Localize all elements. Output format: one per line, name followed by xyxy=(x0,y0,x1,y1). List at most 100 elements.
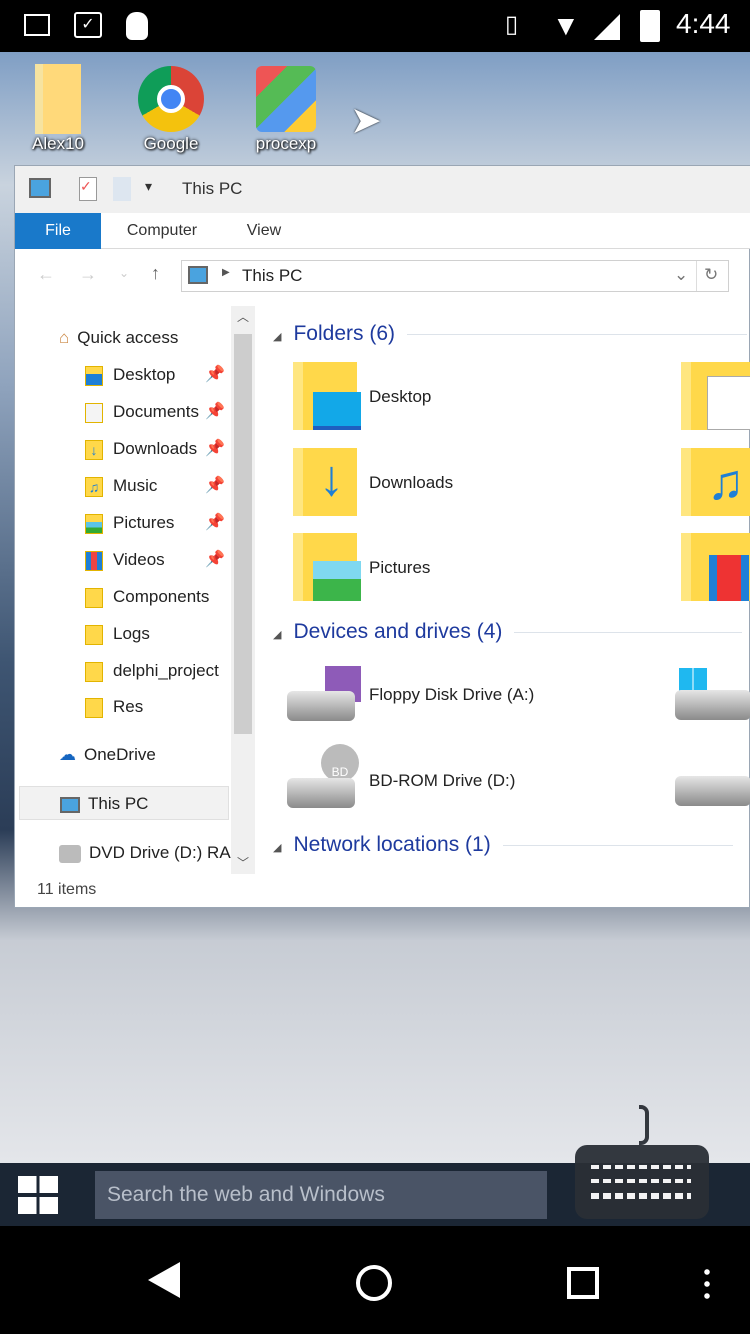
keyboard-icon[interactable] xyxy=(575,1105,709,1219)
pin-icon[interactable]: 📌 xyxy=(205,475,225,495)
forward-button[interactable]: → xyxy=(79,264,97,285)
folder-pictures[interactable]: Pictures xyxy=(369,558,430,578)
desktop-icon-google[interactable]: Google xyxy=(121,64,221,154)
windows-logo-icon xyxy=(679,668,707,692)
documents-folder-icon xyxy=(85,402,103,423)
windows-start-icon[interactable] xyxy=(18,1176,58,1214)
nav-label: DVD Drive (D:) RA xyxy=(89,843,231,862)
section-title: Devices and drives (4) xyxy=(293,620,503,643)
pin-icon[interactable]: 📌 xyxy=(205,438,225,458)
section-network-locations[interactable]: ◢ Network locations (1) xyxy=(273,833,733,857)
divider xyxy=(407,333,747,335)
up-button[interactable]: ↑ xyxy=(151,263,160,284)
nav-item-downloads[interactable]: ↓ Downloads xyxy=(85,434,225,464)
scrollbar-thumb[interactable] xyxy=(234,334,252,734)
nav-item-pictures[interactable]: Pictures xyxy=(85,508,225,538)
music-folder-icon[interactable]: ♫ xyxy=(681,448,750,516)
nav-dvd-drive[interactable]: DVD Drive (D:) RA xyxy=(59,838,231,868)
back-button[interactable]: ← xyxy=(37,264,55,285)
pictures-folder-icon[interactable] xyxy=(293,533,361,601)
address-dropdown-icon[interactable]: ⌄ xyxy=(674,265,688,285)
new-folder-icon[interactable] xyxy=(113,177,131,201)
home-nav-icon[interactable] xyxy=(356,1265,392,1301)
tab-view[interactable]: View xyxy=(229,213,299,249)
nav-quick-access[interactable]: ⌂ Quick access xyxy=(59,323,178,353)
nav-scrollbar[interactable]: ︿ ﹀ xyxy=(231,306,255,874)
vibrate-icon: ▯ xyxy=(505,11,519,38)
back-nav-icon[interactable] xyxy=(148,1262,180,1298)
drive-icon[interactable] xyxy=(675,776,750,806)
this-pc-icon xyxy=(188,266,208,284)
bd-disc-icon: BD xyxy=(321,744,359,782)
scroll-down-icon[interactable]: ﹀ xyxy=(237,854,249,871)
navigation-pane: ⌂ Quick access Desktop 📌 Documents 📌 ↓ Dow… xyxy=(15,306,255,874)
scroll-up-icon[interactable]: ︿ xyxy=(237,308,249,325)
overflow-menu-icon[interactable] xyxy=(704,1266,710,1302)
folder-desktop[interactable]: Desktop xyxy=(369,387,431,407)
properties-icon[interactable]: ✓ xyxy=(79,177,97,201)
pin-icon[interactable]: 📌 xyxy=(205,512,225,532)
music-folder-icon: ♫ xyxy=(85,476,103,497)
nav-item-documents[interactable]: Documents xyxy=(85,397,225,427)
tab-computer[interactable]: Computer xyxy=(109,213,215,249)
folder-downloads[interactable]: Downloads xyxy=(369,473,453,493)
nav-item-components[interactable]: Components xyxy=(85,582,231,612)
nav-item-delphi-project[interactable]: delphi_project xyxy=(85,656,231,686)
nav-label: Music xyxy=(113,476,158,495)
ribbon-tabs: File Computer View xyxy=(15,213,750,249)
nav-item-logs[interactable]: Logs xyxy=(85,619,231,649)
bd-rom-drive-icon[interactable] xyxy=(287,778,355,808)
floppy-drive-icon[interactable] xyxy=(287,691,355,721)
drive-floppy-a[interactable]: Floppy Disk Drive (A:) xyxy=(369,685,534,705)
nav-label: delphi_project xyxy=(113,661,219,680)
tab-file[interactable]: File xyxy=(15,213,101,249)
desktop-icon-alex10[interactable]: Alex10 xyxy=(8,64,108,154)
item-count: 11 items xyxy=(37,881,97,898)
nav-label: Components xyxy=(113,587,210,606)
nav-label: Res xyxy=(113,697,144,716)
nav-label: This PC xyxy=(88,794,149,813)
breadcrumb-chevron-icon: ▶ xyxy=(222,267,230,278)
documents-folder-icon[interactable] xyxy=(681,362,750,430)
user-folder-icon xyxy=(35,64,81,134)
pin-icon[interactable]: 📌 xyxy=(205,549,225,569)
collapse-icon: ◢ xyxy=(273,842,282,854)
section-folders[interactable]: ◢ Folders (6) xyxy=(273,322,747,346)
wifi-icon: ▼ xyxy=(552,10,580,41)
nav-item-desktop[interactable]: Desktop xyxy=(85,360,225,390)
desktop-folder-icon xyxy=(85,365,103,386)
battery-charging-icon xyxy=(640,10,660,42)
nav-item-music[interactable]: ♫ Music xyxy=(85,471,225,501)
nav-label: OneDrive xyxy=(84,745,156,764)
desktop-icon-procexp[interactable]: procexp xyxy=(236,64,336,154)
nav-item-videos[interactable]: Videos xyxy=(85,545,225,575)
pin-icon[interactable]: 📌 xyxy=(205,364,225,384)
home-icon: ⌂ xyxy=(59,328,70,347)
section-devices-and-drives[interactable]: ◢ Devices and drives (4) xyxy=(273,620,743,644)
dvd-drive-icon xyxy=(59,844,81,863)
recents-nav-icon[interactable] xyxy=(567,1267,599,1299)
recent-locations-button[interactable]: ⌄ xyxy=(119,266,129,280)
title-bar: ✓ ▾ This PC xyxy=(15,166,750,213)
nav-this-pc[interactable]: This PC xyxy=(19,786,229,820)
pin-icon[interactable]: 📌 xyxy=(205,401,225,421)
customize-toolbar-dropdown-icon[interactable]: ▾ xyxy=(145,178,152,195)
nav-label: Desktop xyxy=(113,365,176,384)
videos-folder-icon[interactable] xyxy=(681,533,750,601)
this-pc-icon xyxy=(29,178,51,198)
divider xyxy=(502,844,733,846)
nav-onedrive[interactable]: ☁ OneDrive xyxy=(59,740,156,770)
downloads-folder-icon[interactable]: ↓ xyxy=(293,448,357,516)
chrome-icon xyxy=(138,66,204,132)
local-disk-icon[interactable] xyxy=(675,690,750,720)
breadcrumb-this-pc[interactable]: This PC xyxy=(242,266,302,286)
section-title: Folders (6) xyxy=(293,322,395,345)
drive-bd-rom-d[interactable]: BD-ROM Drive (D:) xyxy=(369,771,515,791)
search-input[interactable]: Search the web and Windows xyxy=(95,1171,547,1219)
nav-item-res[interactable]: Res xyxy=(85,692,231,722)
android-navigation-bar xyxy=(0,1226,750,1334)
refresh-icon[interactable]: ↻ xyxy=(704,265,718,285)
address-bar[interactable]: ▶ This PC ⌄ ↻ xyxy=(181,260,729,292)
nav-label: Pictures xyxy=(113,513,175,532)
desktop-folder-icon[interactable] xyxy=(293,362,361,430)
